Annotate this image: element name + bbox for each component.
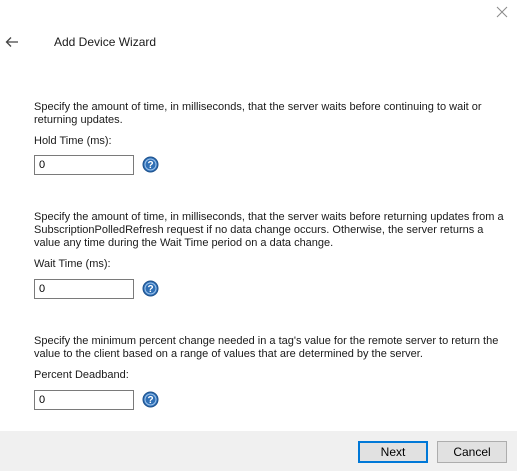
percent-deadband-input[interactable]	[34, 390, 134, 410]
wizard-title: Add Device Wizard	[54, 35, 157, 49]
wait-time-description: Specify the amount of time, in milliseco…	[34, 211, 504, 249]
wait-time-help-button[interactable]: ?	[142, 280, 159, 297]
next-button[interactable]: Next	[358, 441, 428, 463]
help-icon: ?	[142, 280, 159, 297]
back-arrow-icon	[5, 37, 18, 47]
close-icon	[496, 6, 508, 18]
help-icon: ?	[142, 391, 159, 408]
hold-time-input[interactable]	[34, 155, 134, 175]
percent-deadband-description: Specify the minimum percent change neede…	[34, 335, 499, 360]
close-button[interactable]	[494, 4, 510, 20]
wait-time-input[interactable]	[34, 279, 134, 299]
hold-time-label: Hold Time (ms):	[34, 135, 112, 147]
hold-time-description: Specify the amount of time, in milliseco…	[34, 101, 482, 126]
hold-time-help-button[interactable]: ?	[142, 156, 159, 173]
svg-text:?: ?	[147, 395, 153, 406]
percent-deadband-label: Percent Deadband:	[34, 369, 129, 381]
svg-text:?: ?	[147, 284, 153, 295]
svg-text:?: ?	[147, 160, 153, 171]
cancel-button[interactable]: Cancel	[437, 441, 507, 463]
wait-time-label: Wait Time (ms):	[34, 258, 111, 270]
help-icon: ?	[142, 156, 159, 173]
back-button[interactable]	[4, 34, 20, 50]
percent-deadband-help-button[interactable]: ?	[142, 391, 159, 408]
